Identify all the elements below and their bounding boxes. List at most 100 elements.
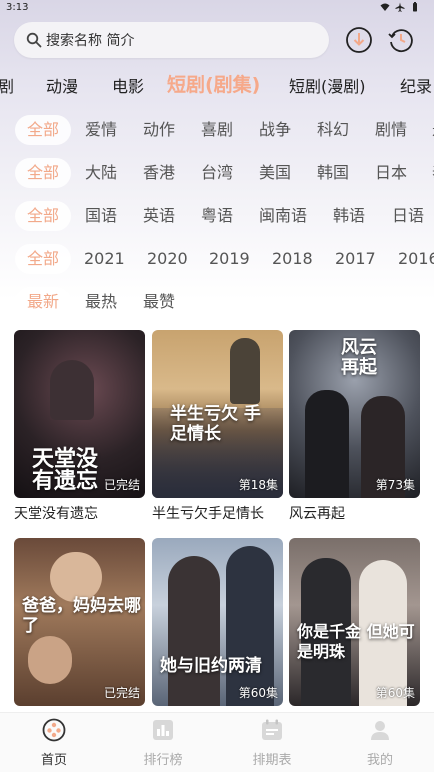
- episode-badge: 已完结: [103, 478, 140, 492]
- search-input[interactable]: 搜索名称 简介: [14, 22, 329, 58]
- filter-language-japanese[interactable]: 日语: [380, 201, 434, 231]
- episode-badge: 第73集: [375, 478, 415, 492]
- filter-genre-all[interactable]: 全部: [15, 115, 72, 145]
- filter-year-2016[interactable]: 2016: [386, 244, 434, 274]
- tab-short-drama-comic[interactable]: 短剧(漫剧): [289, 73, 366, 97]
- poster-figure: [230, 338, 260, 404]
- tab-anime[interactable]: 动漫: [46, 73, 78, 97]
- drama-card[interactable]: 爸爸，妈妈去哪了 已完结: [14, 538, 145, 706]
- wifi-icon: [380, 3, 390, 11]
- poster-title-art: 她与旧约两清: [160, 656, 262, 676]
- filter-language-all[interactable]: 全部: [15, 201, 72, 231]
- episode-badge: 第60集: [375, 686, 415, 700]
- tab-short-drama-series[interactable]: 短剧(剧集): [167, 70, 260, 97]
- episode-badge: 已完结: [103, 686, 140, 700]
- nav-ranking[interactable]: 排行榜: [123, 717, 203, 768]
- filter-region-thailand[interactable]: 泰: [420, 158, 434, 188]
- nav-schedule[interactable]: 排期表: [232, 717, 312, 768]
- episode-badge: 第60集: [238, 686, 278, 700]
- filter-row-year: 全部 2021 2020 2019 2018 2017 2016: [0, 242, 434, 276]
- film-reel-icon: [41, 717, 67, 743]
- poster-title-art: 天堂没有遗忘: [32, 446, 99, 494]
- filter-genre-war[interactable]: 战争: [247, 115, 303, 145]
- drama-card[interactable]: 风云再起 第73集 风云再起: [289, 330, 420, 523]
- poster-title-art: 爸爸，妈妈去哪了: [22, 596, 141, 636]
- drama-card[interactable]: 你是千金 但她可是明珠 第60集: [289, 538, 420, 706]
- status-icons: [380, 2, 420, 12]
- filter-region-taiwan[interactable]: 台湾: [189, 158, 245, 188]
- nav-profile-label: 我的: [366, 753, 393, 768]
- download-icon: [346, 27, 372, 53]
- tab-tv[interactable]: 剧: [0, 73, 14, 97]
- poster-image: 半生亏欠 手足情长 第18集: [152, 330, 283, 498]
- filter-language-korean[interactable]: 韩语: [321, 201, 377, 231]
- filter-year-2018[interactable]: 2018: [260, 244, 325, 274]
- filter-row-sort: 最新 最热 最赞: [0, 285, 434, 319]
- poster-figure: [50, 360, 94, 420]
- filter-region-hongkong[interactable]: 香港: [131, 158, 187, 188]
- episode-badge: 第18集: [238, 478, 278, 492]
- download-button[interactable]: [344, 25, 374, 55]
- tab-documentary[interactable]: 纪录: [400, 73, 432, 97]
- poster-face: [28, 636, 72, 684]
- bottom-nav: 首页 排行榜 排期表 我的: [0, 712, 434, 772]
- category-tabs: 剧 动漫 电影 短剧(剧集) 短剧(漫剧) 纪录: [0, 66, 434, 100]
- filter-region-korea[interactable]: 韩国: [305, 158, 361, 188]
- chart-icon: [150, 717, 176, 743]
- filter-genre-scifi[interactable]: 科幻: [305, 115, 361, 145]
- sort-most-liked[interactable]: 最赞: [131, 287, 187, 317]
- tab-movie[interactable]: 电影: [112, 73, 144, 97]
- filter-genre-suspense[interactable]: 悬: [420, 115, 434, 145]
- sort-hottest[interactable]: 最热: [73, 287, 129, 317]
- filter-year-2021[interactable]: 2021: [72, 244, 137, 274]
- filter-region-mainland[interactable]: 大陆: [73, 158, 129, 188]
- search-placeholder: 搜索名称 简介: [46, 33, 135, 49]
- sort-newest[interactable]: 最新: [15, 287, 72, 317]
- filter-year-2020[interactable]: 2020: [135, 244, 200, 274]
- search-icon: [26, 32, 42, 48]
- filter-region-japan[interactable]: 日本: [363, 158, 419, 188]
- user-icon: [367, 717, 393, 743]
- filter-row-language: 全部 国语 英语 粤语 闽南语 韩语 日语: [0, 199, 434, 233]
- filter-language-cantonese[interactable]: 粤语: [189, 201, 245, 231]
- nav-schedule-label: 排期表: [252, 753, 292, 768]
- drama-card[interactable]: 天堂没有遗忘 已完结 天堂没有遗忘: [14, 330, 145, 523]
- drama-title: 风云再起: [289, 506, 345, 522]
- poster-image: 她与旧约两清 第60集: [152, 538, 283, 706]
- status-bar: 3:13: [0, 0, 434, 18]
- poster-title-art: 你是千金 但她可是明珠: [297, 622, 415, 661]
- filter-language-mandarin[interactable]: 国语: [73, 201, 129, 231]
- history-button[interactable]: [386, 25, 416, 55]
- drama-card[interactable]: 她与旧约两清 第60集: [152, 538, 283, 706]
- calendar-icon: [259, 717, 285, 743]
- poster-image: 爸爸，妈妈去哪了 已完结: [14, 538, 145, 706]
- filter-genre-drama[interactable]: 剧情: [363, 115, 419, 145]
- drama-title: 天堂没有遗忘: [14, 506, 98, 522]
- poster-figure: [168, 556, 220, 706]
- poster-image: 风云再起 第73集: [289, 330, 420, 498]
- filter-row-region: 全部 大陆 香港 台湾 美国 韩国 日本 泰: [0, 156, 434, 190]
- nav-ranking-label: 排行榜: [143, 753, 183, 768]
- filter-row-genre: 全部 爱情 动作 喜剧 战争 科幻 剧情 悬: [0, 113, 434, 147]
- filter-genre-action[interactable]: 动作: [131, 115, 187, 145]
- poster-figure: [226, 546, 274, 706]
- poster-title-art: 半生亏欠 手足情长: [170, 404, 261, 444]
- filter-language-minnan[interactable]: 闽南语: [247, 201, 319, 231]
- nav-profile[interactable]: 我的: [340, 717, 420, 768]
- filter-year-all[interactable]: 全部: [15, 244, 72, 274]
- filter-region-all[interactable]: 全部: [15, 158, 72, 188]
- drama-card[interactable]: 半生亏欠 手足情长 第18集 半生亏欠手足情长: [152, 330, 283, 523]
- poster-title-art: 风云再起: [341, 337, 377, 378]
- filter-year-2019[interactable]: 2019: [197, 244, 262, 274]
- filter-region-usa[interactable]: 美国: [247, 158, 303, 188]
- poster-figure: [305, 390, 349, 498]
- history-icon: [388, 29, 413, 53]
- filter-year-2017[interactable]: 2017: [323, 244, 388, 274]
- status-time: 3:13: [6, 2, 29, 13]
- filter-genre-romance[interactable]: 爱情: [73, 115, 129, 145]
- filter-language-english[interactable]: 英语: [131, 201, 187, 231]
- filter-genre-comedy[interactable]: 喜剧: [189, 115, 245, 145]
- poster-image: 天堂没有遗忘 已完结: [14, 330, 145, 498]
- battery-icon: [413, 2, 417, 12]
- nav-home[interactable]: 首页: [14, 717, 94, 768]
